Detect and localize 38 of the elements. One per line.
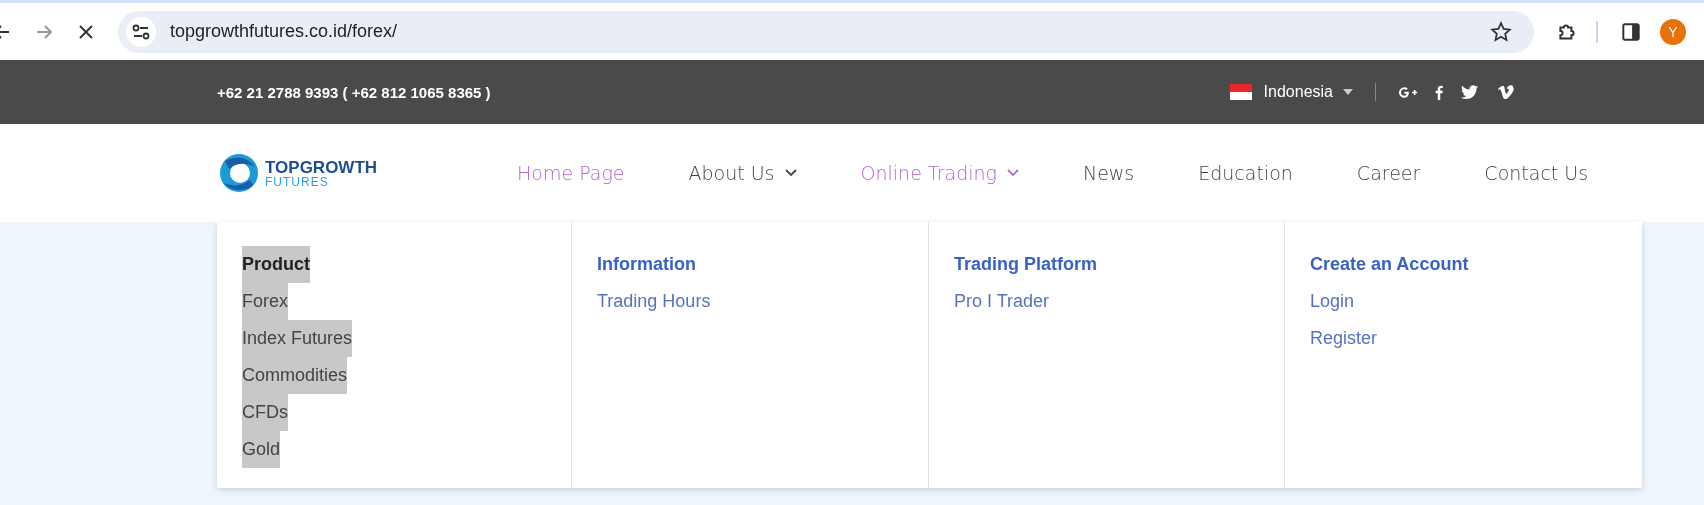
nav-link[interactable]: News [1082,162,1135,184]
logo-text[interactable]: TOPGROWTH [265,158,378,176]
star-icon[interactable] [1490,20,1512,43]
address-bar[interactable]: topgrowthfutures.co.id/forex/ [118,10,1534,53]
url-text: topgrowthfutures.co.id/forex/ [170,21,399,42]
nav-link[interactable]: Contact Us [1484,162,1589,184]
menu-heading: Create an Account [1310,253,1469,276]
menu-link[interactable]: Forex [242,283,288,320]
chevron-icon [784,169,797,177]
menu-link[interactable]: Trading Hours [597,283,711,320]
menu-link[interactable]: Index Futures [242,320,353,357]
facebook-icon[interactable] [1434,84,1444,100]
menu-link[interactable]: Gold [242,431,281,468]
vimeo-icon[interactable] [1496,84,1516,100]
menu-heading: Product [242,246,310,283]
language-selector[interactable]: Indonesia [1263,83,1333,101]
menu-heading: Information [597,253,696,276]
menu-link[interactable]: Commodities [242,357,348,394]
flag-icon [1229,84,1252,100]
menu-link[interactable]: Register [1310,320,1378,357]
sidebar-icon[interactable] [1620,20,1642,43]
nav-link[interactable]: Education [1198,162,1293,184]
site-settings-icon[interactable] [126,16,156,47]
nav-link[interactable]: About Us [688,162,797,184]
nav-link[interactable]: Home Page [517,162,625,184]
menu-link[interactable]: Login [1310,283,1355,320]
logo-icon[interactable] [217,151,261,195]
google-plus-icon[interactable] [1398,84,1418,100]
phone-number: +62 21 2788 9393 ( +62 812 1065 8365 ) [217,83,491,101]
chevron-icon [1006,169,1019,177]
profile-avatar[interactable]: Y [1660,18,1686,45]
twitter-icon[interactable] [1460,84,1480,100]
nav-link[interactable]: Career [1356,162,1421,184]
menu-link[interactable]: Pro I Trader [954,283,1050,320]
menu-heading: Trading Platform [954,253,1097,276]
caret-icon[interactable] [1343,89,1353,95]
nav-link[interactable]: Online Trading [860,162,1019,184]
menu-link[interactable]: CFDs [242,394,288,431]
